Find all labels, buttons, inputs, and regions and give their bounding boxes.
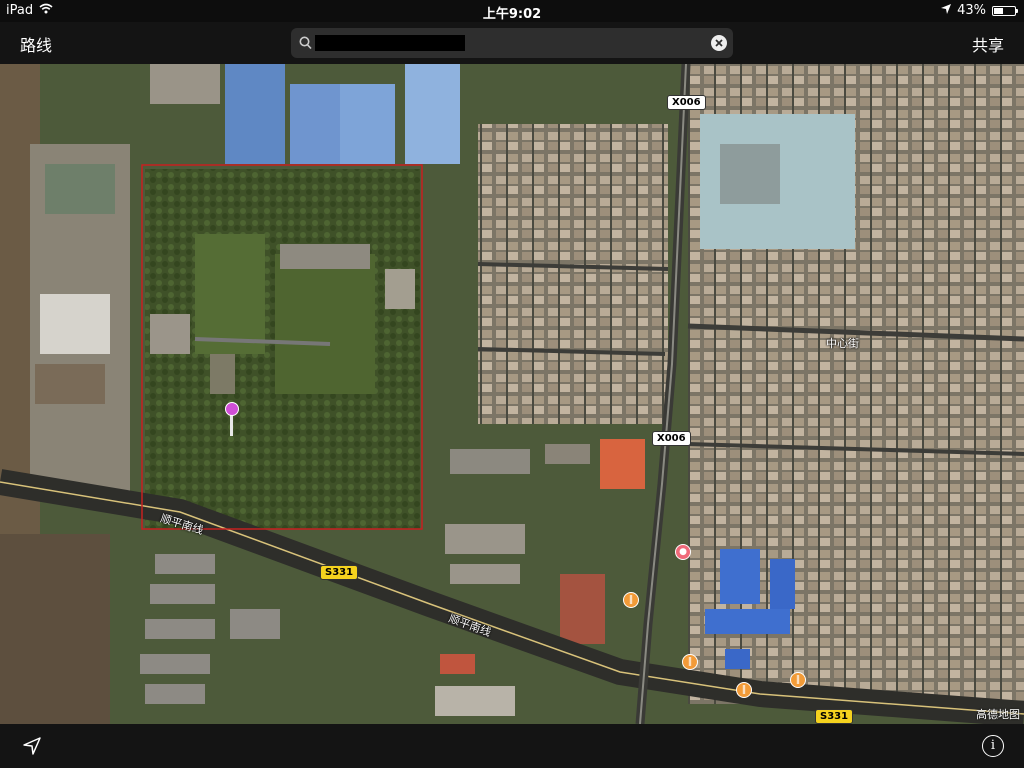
battery-icon — [992, 5, 1018, 16]
restaurant-poi-icon[interactable]: ‖ — [736, 682, 752, 698]
search-bar[interactable] — [291, 28, 733, 58]
restaurant-poi-icon[interactable]: ‖ — [682, 654, 698, 670]
route-shield-x006-north: X006 — [667, 95, 706, 110]
nav-bar: 路线 共享 — [0, 22, 1024, 64]
road-label-zhongxin-street: 中心街 — [826, 337, 859, 350]
directions-button[interactable]: 路线 — [20, 32, 52, 56]
route-shield-x006-south: X006 — [652, 431, 691, 446]
search-icon — [299, 35, 312, 54]
map-pin-icon[interactable] — [225, 402, 239, 416]
info-icon[interactable]: i — [982, 735, 1004, 757]
bottom-toolbar: i — [0, 724, 1024, 768]
location-services-icon — [941, 3, 952, 18]
route-shield-s331-west: S331 — [320, 565, 359, 580]
restaurant-poi-icon[interactable]: ‖ — [623, 592, 639, 608]
battery-percent: 43% — [957, 3, 986, 18]
location-arrow-icon[interactable] — [22, 736, 42, 760]
shopping-poi-icon[interactable]: ● — [675, 544, 691, 560]
status-time: 上午9:02 — [482, 7, 542, 22]
map-pin-stick — [230, 414, 233, 436]
share-button[interactable]: 共享 — [972, 32, 1004, 56]
map-imagery — [0, 64, 1024, 724]
clear-icon[interactable] — [711, 35, 727, 51]
satellite-map[interactable]: 顺平南线 顺平南线 中心街 X006 X006 S331 S331 ● ‖ ‖ … — [0, 64, 1024, 724]
restaurant-poi-icon[interactable]: ‖ — [790, 672, 806, 688]
map-attribution: 高德地图 — [976, 708, 1020, 721]
route-shield-s331-east: S331 — [815, 709, 854, 724]
status-bar: iPad 上午9:02 43% — [0, 0, 1024, 22]
redacted-search-text — [315, 35, 465, 51]
